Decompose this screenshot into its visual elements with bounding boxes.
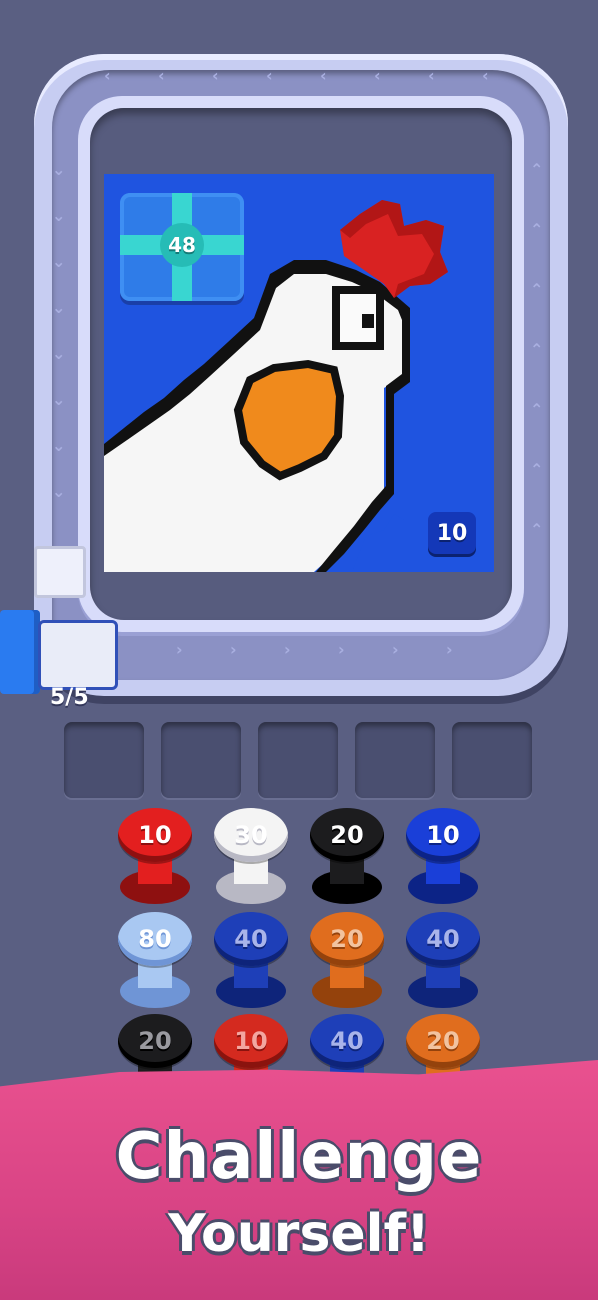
arrow-down-icon: ⌃ [530,400,544,419]
spool-label: 30 [214,808,288,862]
spool[interactable]: 20 [308,808,386,904]
banner-subtitle: Yourself! [168,1204,430,1264]
arrow-right-icon: › [230,640,237,659]
spool-label: 10 [214,1014,288,1068]
arrow-down-icon: ⌄ [52,390,66,409]
spool-slot[interactable] [161,722,241,798]
spool-label: 80 [118,912,192,966]
arrow-left-icon: ‹ [212,66,219,85]
spool-icon [38,620,118,690]
spool[interactable]: 10 [116,808,194,904]
spool-label: 10 [118,808,192,862]
arrow-right-icon: › [392,640,399,659]
arrow-down-icon: ⌃ [530,460,544,479]
spool-feeder [0,610,40,694]
arrow-down-icon: ⌄ [52,298,66,317]
spool-label: 20 [118,1014,192,1068]
spool-counter: 5/5 [50,685,89,710]
spool-slot[interactable] [452,722,532,798]
arrow-down-icon: ⌄ [52,436,66,455]
arrow-right-icon: › [446,640,453,659]
arrow-left-icon: ‹ [428,66,435,85]
spool-slot[interactable] [355,722,435,798]
arrow-left-icon: ‹ [158,66,165,85]
arrow-down-icon: ⌄ [52,482,66,501]
arrow-down-icon: ⌃ [530,160,544,179]
spool-label: 20 [406,1014,480,1068]
arrow-right-icon: › [338,640,345,659]
spool-slot[interactable] [64,722,144,798]
arrow-down-icon: ⌃ [530,520,544,539]
spool[interactable]: 30 [212,808,290,904]
spool[interactable]: 80 [116,912,194,1008]
arrow-down-icon: ⌄ [52,160,66,179]
spool-label: 40 [310,1014,384,1068]
arrow-down-icon: ⌃ [530,220,544,239]
banner-title: Challenge [115,1120,483,1194]
spool-label: 20 [310,912,384,966]
arrow-down-icon: ⌄ [52,344,66,363]
spool-label: 10 [406,808,480,862]
arrow-left-icon: ‹ [374,66,381,85]
arrow-right-icon: › [176,640,183,659]
gift-box[interactable]: 48 [120,193,244,301]
arrow-left-icon: ‹ [266,66,273,85]
spool-stack-box [34,546,86,598]
spool-label: 40 [214,912,288,966]
spool[interactable]: 40 [212,912,290,1008]
arrow-right-icon: › [284,640,291,659]
spool-label: 20 [310,808,384,862]
arrow-down-icon: ⌃ [530,280,544,299]
arrow-down-icon: ⌃ [530,340,544,359]
arrow-down-icon: ⌄ [52,206,66,225]
spool[interactable]: 20 [308,912,386,1008]
tile-count-badge: 10 [428,512,476,554]
spool[interactable]: 10 [404,808,482,904]
spool-slot[interactable] [258,722,338,798]
arrow-down-icon: ⌄ [52,252,66,271]
arrow-left-icon: ‹ [320,66,327,85]
arrow-left-icon: ‹ [482,66,489,85]
spool[interactable]: 40 [404,912,482,1008]
spool-label: 40 [406,912,480,966]
arrow-left-icon: ‹ [104,66,111,85]
gift-count: 48 [160,223,204,267]
